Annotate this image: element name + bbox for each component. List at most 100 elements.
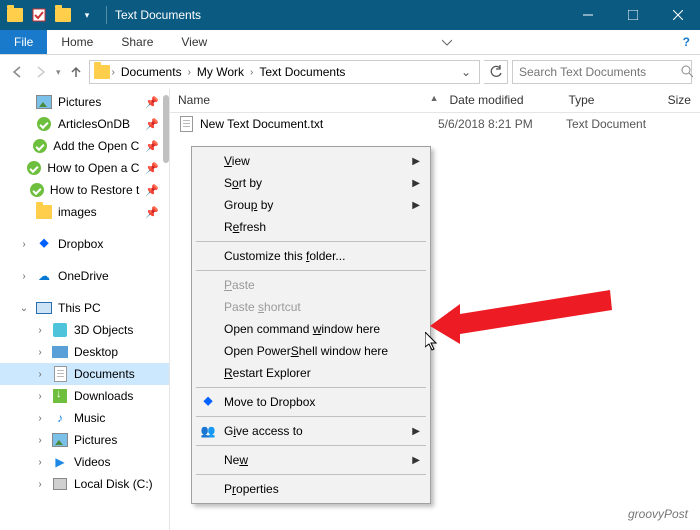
pc-icon xyxy=(36,300,52,316)
ctx-customize[interactable]: Customize this folder... xyxy=(194,245,428,267)
nav-thispc[interactable]: ⌄This PC xyxy=(0,297,169,319)
folder-icon xyxy=(4,4,26,26)
nav-onedrive[interactable]: ›☁OneDrive xyxy=(0,265,169,287)
nav-pc-item[interactable]: ›Documents xyxy=(0,363,169,385)
tab-share[interactable]: Share xyxy=(107,30,167,54)
nav-item-label: Local Disk (C:) xyxy=(74,477,153,491)
nav-item-label: ArticlesOnDB xyxy=(58,117,130,131)
ctx-open-powershell[interactable]: Open PowerShell window here xyxy=(194,340,428,362)
tab-view[interactable]: View xyxy=(167,30,221,54)
ctx-properties[interactable]: Properties xyxy=(194,478,428,500)
nav-quick-item[interactable]: ›How to Restore t📌 xyxy=(0,179,169,201)
crumb-textdocuments[interactable]: Text Documents xyxy=(255,65,349,79)
ctx-move-to-dropbox[interactable]: ⯁Move to Dropbox xyxy=(194,391,428,413)
col-date[interactable]: Date modified xyxy=(442,89,561,112)
ctx-restart-explorer[interactable]: Restart Explorer xyxy=(194,362,428,384)
cursor-icon xyxy=(425,332,439,355)
ctx-group[interactable]: Group by▶ xyxy=(194,194,428,216)
file-tab[interactable]: File xyxy=(0,30,47,54)
titlebar: ▾ Text Documents xyxy=(0,0,700,30)
navbar: ▾ › Documents › My Work › Text Documents… xyxy=(0,55,700,89)
nav-pc-item[interactable]: ›3D Objects xyxy=(0,319,169,341)
nav-quick-item[interactable]: ›How to Open a C📌 xyxy=(0,157,169,179)
ctx-view[interactable]: View▶ xyxy=(194,150,428,172)
nav-pc-item[interactable]: ›Desktop xyxy=(0,341,169,363)
green-icon xyxy=(33,138,47,154)
nav-quick-item[interactable]: ›Pictures📌 xyxy=(0,91,169,113)
nav-pc-item[interactable]: ›♪Music xyxy=(0,407,169,429)
ctx-paste-shortcut: Paste shortcut xyxy=(194,296,428,318)
nav-pc-item[interactable]: ›Downloads xyxy=(0,385,169,407)
ctx-open-cmd[interactable]: Open command window here xyxy=(194,318,428,340)
qat-customize-icon[interactable]: ▾ xyxy=(76,4,98,26)
chevron-right-icon[interactable]: › xyxy=(250,67,253,78)
ctx-new[interactable]: New▶ xyxy=(194,449,428,471)
ctx-give-access[interactable]: 👥Give access to▶ xyxy=(194,420,428,442)
col-type[interactable]: Type xyxy=(560,89,659,112)
nav-pc-item[interactable]: ›Pictures xyxy=(0,429,169,451)
ribbon: File Home Share View ? xyxy=(0,30,700,55)
refresh-button[interactable] xyxy=(484,60,508,84)
nav-item-label: Desktop xyxy=(74,345,118,359)
dl-icon xyxy=(52,388,68,404)
nav-item-label: Pictures xyxy=(74,433,117,447)
column-headers: Name ▲ Date modified Type Size xyxy=(170,89,700,113)
close-button[interactable] xyxy=(655,0,700,30)
submenu-icon: ▶ xyxy=(412,178,420,189)
breadcrumb[interactable]: › Documents › My Work › Text Documents ⌄ xyxy=(89,60,480,84)
3d-icon xyxy=(52,322,68,338)
forward-button[interactable] xyxy=(32,63,50,81)
back-button[interactable] xyxy=(8,63,26,81)
submenu-icon: ▶ xyxy=(412,426,420,437)
ctx-sort[interactable]: Sort by▶ xyxy=(194,172,428,194)
quick-access-toolbar: ▾ xyxy=(0,4,102,26)
disk-icon xyxy=(52,476,68,492)
nav-item-label: How to Open a C xyxy=(47,161,139,175)
nav-item-label: Downloads xyxy=(74,389,133,403)
watermark: groovyPost xyxy=(628,501,688,524)
chevron-right-icon[interactable]: › xyxy=(188,67,191,78)
ribbon-expand-icon[interactable] xyxy=(432,30,462,54)
nav-item-label: images xyxy=(58,205,97,219)
nav-quick-item[interactable]: ›images📌 xyxy=(0,201,169,223)
new-folder-qat-icon[interactable] xyxy=(52,4,74,26)
search-icon[interactable] xyxy=(680,64,694,81)
pic-icon xyxy=(52,432,68,448)
search-input[interactable] xyxy=(519,65,674,79)
nav-dropbox[interactable]: ›⯁Dropbox xyxy=(0,233,169,255)
breadcrumb-dropdown-icon[interactable]: ⌄ xyxy=(457,65,475,79)
maximize-button[interactable] xyxy=(610,0,655,30)
nav-item-label: Music xyxy=(74,411,105,425)
pin-icon: 📌 xyxy=(145,140,159,153)
nav-item-label: Pictures xyxy=(58,95,101,109)
up-button[interactable] xyxy=(67,63,85,81)
pin-icon: 📌 xyxy=(145,162,159,175)
pin-icon: 📌 xyxy=(145,184,159,197)
ctx-refresh[interactable]: Refresh xyxy=(194,216,428,238)
share-icon: 👥 xyxy=(200,423,216,439)
nav-item-label: Documents xyxy=(74,367,135,381)
nav-quick-item[interactable]: ›Add the Open C📌 xyxy=(0,135,169,157)
col-size[interactable]: Size xyxy=(660,89,700,112)
minimize-button[interactable] xyxy=(565,0,610,30)
chevron-right-icon[interactable]: › xyxy=(112,67,115,78)
recent-button[interactable]: ▾ xyxy=(56,67,61,78)
col-name[interactable]: Name xyxy=(170,89,428,112)
nav-pc-item[interactable]: ›▶Videos xyxy=(0,451,169,473)
file-row[interactable]: New Text Document.txt5/6/2018 8:21 PMTex… xyxy=(170,113,700,135)
file-type: Text Document xyxy=(566,117,666,131)
crumb-mywork[interactable]: My Work xyxy=(193,65,248,79)
context-menu: View▶ Sort by▶ Group by▶ Refresh Customi… xyxy=(191,146,431,504)
tab-home[interactable]: Home xyxy=(47,30,107,54)
submenu-icon: ▶ xyxy=(412,200,420,211)
folder-icon xyxy=(36,204,52,220)
pin-icon: 📌 xyxy=(145,118,159,131)
nav-quick-item[interactable]: ›ArticlesOnDB📌 xyxy=(0,113,169,135)
search-box[interactable] xyxy=(512,60,692,84)
nav-item-label: Add the Open C xyxy=(53,139,139,153)
crumb-documents[interactable]: Documents xyxy=(117,65,186,79)
properties-qat-icon[interactable] xyxy=(28,4,50,26)
help-icon[interactable]: ? xyxy=(673,30,700,54)
nav-pc-item[interactable]: ›Local Disk (C:) xyxy=(0,473,169,495)
submenu-icon: ▶ xyxy=(412,156,420,167)
